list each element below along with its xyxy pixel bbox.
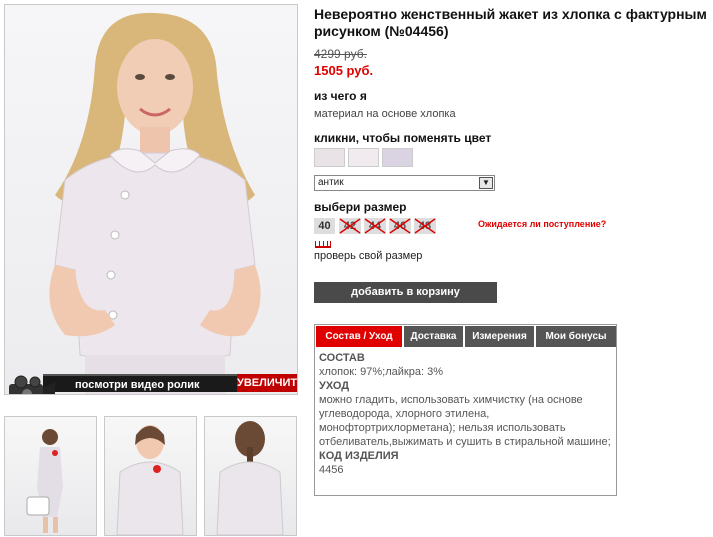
tab-content: СОСТАВ хлопок: 97%;лайкра: 3% УХОД можно… [319,351,611,477]
old-price: 4299 руб. [314,47,367,61]
strike-icon [414,218,436,234]
zoom-button[interactable]: УВЕЛИЧИТЬ [237,374,297,392]
color-heading: кликни, чтобы поменять цвет [314,131,492,145]
video-bar: посмотри видео ролик УВЕЛИЧИТЬ [5,372,297,394]
material-heading: из чего я [314,89,367,103]
product-code: 4456 [319,464,344,476]
main-product-photo[interactable]: посмотри видео ролик УВЕЛИЧИТЬ [4,4,298,395]
code-heading: КОД ИЗДЕЛИЯ [319,450,399,462]
model-illustration [49,12,261,394]
color-select[interactable]: антик ▼ [314,175,495,191]
color-swatch-3[interactable] [382,148,413,167]
thumbnail-image [116,425,184,535]
strike-icon [339,218,361,234]
strike-icon [389,218,411,234]
current-price: 1505 руб. [314,63,374,78]
care-text: можно гладить, использовать химчистку (н… [319,394,611,448]
tab-bonuses[interactable]: Мои бонусы [536,326,616,347]
size-option-unavailable: 46 [389,218,411,234]
size-option-available[interactable]: 40 [314,218,335,234]
check-size-link[interactable]: проверь свой размер [314,250,422,262]
color-swatch-1[interactable] [314,148,345,167]
care-heading: УХОД [319,380,350,392]
details-panel: Состав / Уход Доставка Измерения Мои бон… [314,324,617,496]
size-option-unavailable: 48 [414,218,436,234]
thumbnail-image [216,421,284,535]
composition-heading: СОСТАВ [319,352,365,364]
color-select-value: антик [318,177,344,188]
tab-measurements[interactable]: Измерения [465,326,534,347]
video-link[interactable]: посмотри видео ролик [43,374,238,392]
restock-link[interactable]: Ожидается ли поступление? [478,219,606,229]
add-to-cart-button[interactable]: добавить в корзину [314,282,497,303]
thumbnail-image [26,429,63,533]
tab-composition-care[interactable]: Состав / Уход [316,326,402,347]
material-text: материал на основе хлопка [314,108,456,120]
composition-text: хлопок: 97%;лайкра: 3% [319,366,443,378]
size-option-unavailable: 42 [339,218,361,234]
video-camera-icon[interactable] [5,372,57,395]
thumbnail-1[interactable] [4,416,97,536]
ruler-icon[interactable] [315,241,331,248]
thumbnail-2[interactable] [104,416,197,536]
size-heading: выбери размер [314,200,407,214]
color-swatch-2[interactable] [348,148,379,167]
chevron-down-icon[interactable]: ▼ [479,177,493,189]
size-option-unavailable: 44 [364,218,386,234]
tab-delivery[interactable]: Доставка [404,326,463,347]
product-title: Невероятно женственный жакет из хлопка с… [314,6,707,39]
strike-icon [364,218,386,234]
thumbnail-3[interactable] [204,416,297,536]
